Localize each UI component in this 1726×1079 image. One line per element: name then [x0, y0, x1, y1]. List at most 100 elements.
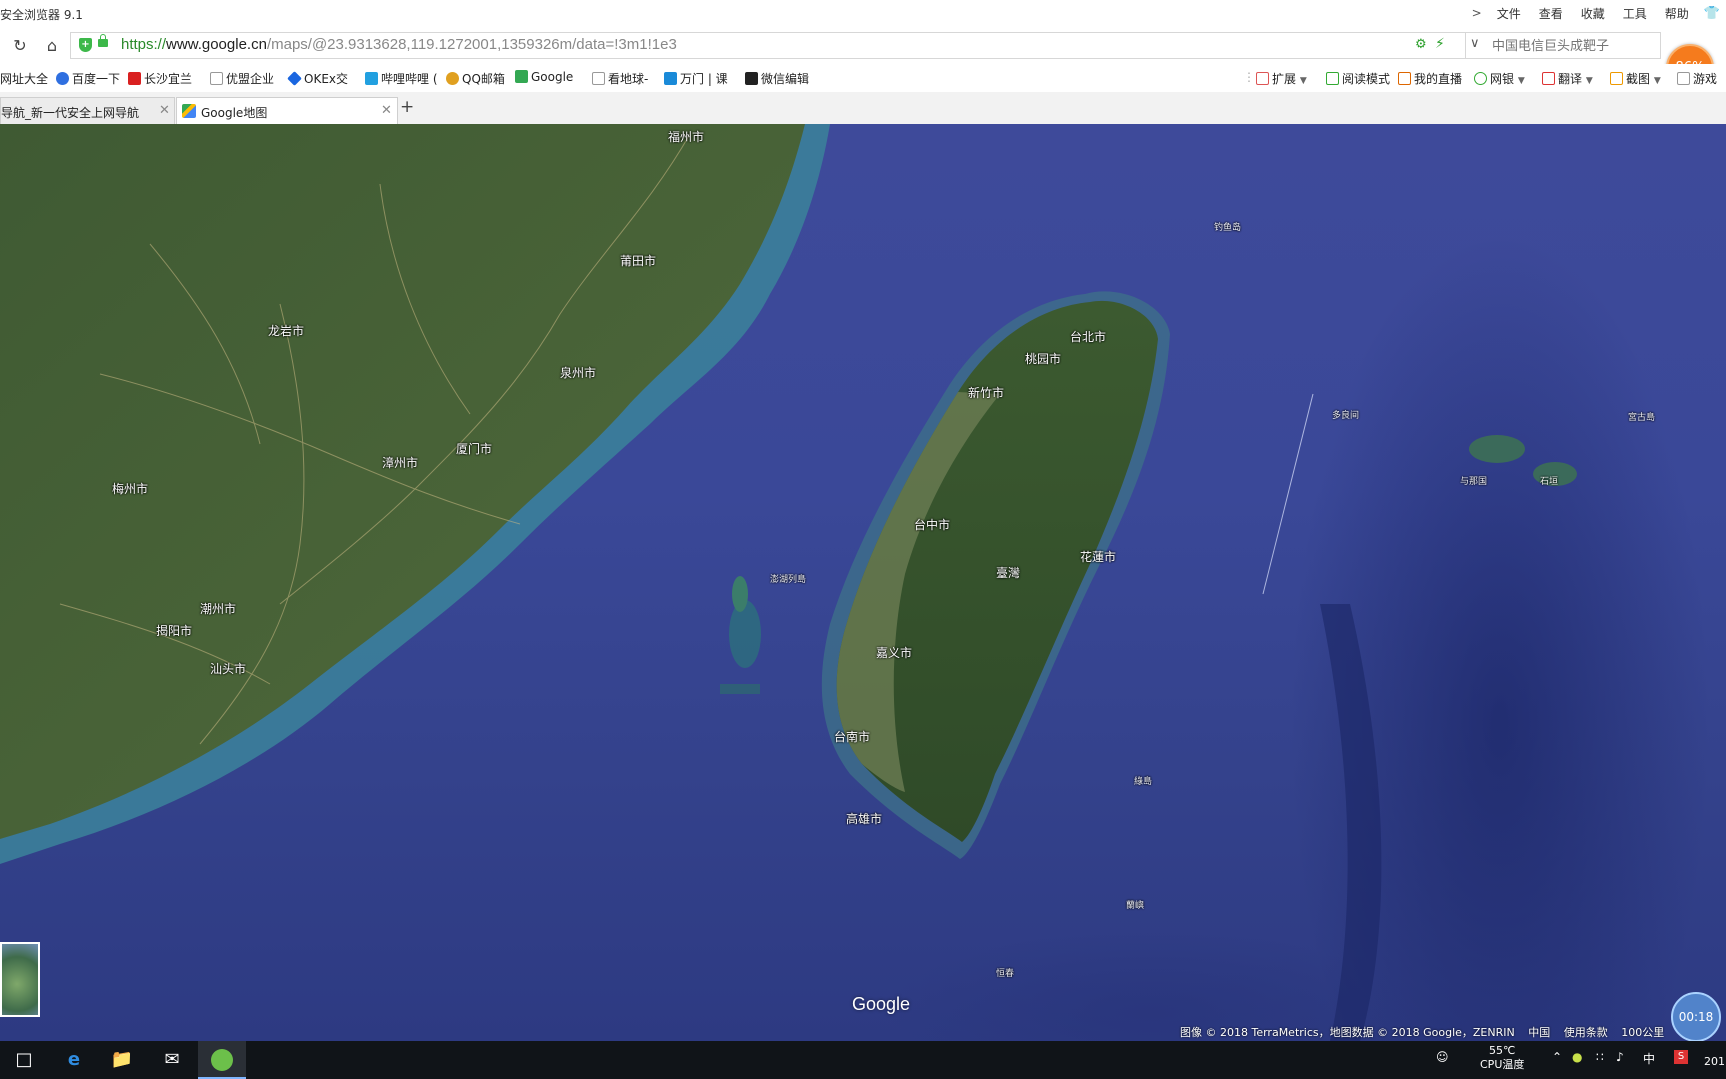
menu-favorites[interactable]: 收藏 [1572, 5, 1614, 22]
tab-navigation[interactable]: 导航_新一代安全上网导航 ✕ [0, 97, 175, 124]
task-view-icon[interactable]: □ [0, 1041, 48, 1079]
skin-icon[interactable]: 👕 [1698, 6, 1726, 21]
lightning-icon[interactable]: ⚡ [1435, 36, 1445, 52]
map-label[interactable]: 莆田市 [620, 252, 656, 269]
menu-file[interactable]: 文件 [1488, 5, 1530, 22]
security-tray-icon[interactable]: ● [1572, 1050, 1582, 1064]
sogou-icon[interactable]: S [1674, 1050, 1688, 1064]
satellite-map[interactable]: 福州市 莆田市 龙岩市 泉州市 厦门市 漳州市 梅州市 潮州市 揭阳市 汕头市 … [0, 124, 1726, 1041]
bookmark-label: 万门 | 课 [680, 72, 728, 86]
map-label[interactable]: 台南市 [834, 728, 870, 745]
bookmark-item[interactable]: 哔哩哔哩 ( [365, 70, 438, 87]
map-label[interactable]: 石垣 [1540, 474, 1558, 487]
ime-indicator[interactable]: 中 [1643, 1050, 1655, 1067]
map-label[interactable]: 梅州市 [112, 480, 148, 497]
map-label[interactable]: 台北市 [1070, 328, 1106, 345]
bookmark-item[interactable]: 网址大全 [0, 70, 48, 87]
menu-view[interactable]: 查看 [1530, 5, 1572, 22]
bookmark-item[interactable]: 优盟企业 [210, 70, 274, 87]
tool-screenshot[interactable]: 截图 ▼ [1610, 70, 1661, 87]
bookmark-item[interactable]: Google [515, 70, 573, 84]
chevron-down-icon[interactable]: ▼ [1300, 76, 1307, 86]
google-maps-icon [182, 104, 196, 118]
close-icon[interactable]: ✕ [159, 103, 170, 118]
chevron-down-icon[interactable]: ▼ [1586, 76, 1593, 86]
refresh-green-icon[interactable]: ⚙ [1415, 37, 1427, 52]
url-protocol: https:// [121, 36, 167, 53]
bookmark-label: QQ邮箱 [462, 72, 505, 86]
search-engine-chevron-icon[interactable]: ∨ [1470, 36, 1480, 51]
map-label[interactable]: 钓鱼岛 [1214, 220, 1241, 233]
home-icon[interactable]: ⌂ [42, 36, 62, 56]
tool-reading-mode[interactable]: 阅读模式 [1326, 70, 1390, 87]
edge-browser-icon[interactable]: e [50, 1041, 98, 1079]
tab-google-maps[interactable]: Google地图 ✕ [176, 97, 398, 125]
close-icon[interactable]: ✕ [381, 103, 392, 118]
map-label[interactable]: 揭阳市 [156, 622, 192, 639]
chevron-down-icon[interactable]: ▼ [1518, 76, 1525, 86]
map-label[interactable]: 台中市 [914, 516, 950, 533]
bookmark-item[interactable]: QQ邮箱 [446, 70, 505, 87]
cpu-temperature[interactable]: 55℃ CPU温度 [1480, 1044, 1524, 1072]
bookmark-item[interactable]: OKEx交 [287, 70, 348, 87]
map-label[interactable]: 嘉义市 [876, 644, 912, 661]
bookmark-item[interactable]: 长沙宜兰 [128, 70, 192, 87]
map-scale[interactable]: 100公里 [1621, 1026, 1664, 1039]
map-label[interactable]: 恒春 [996, 966, 1014, 979]
wifi-icon[interactable]: ∷ [1596, 1050, 1604, 1064]
toolbar-separator: ⋮ [1243, 70, 1255, 84]
menu-help[interactable]: 帮助 [1656, 5, 1698, 22]
bookmark-item[interactable]: 看地球- [592, 70, 648, 87]
map-label[interactable]: 汕头市 [210, 660, 246, 677]
map-label[interactable]: 龙岩市 [268, 322, 304, 339]
tool-live[interactable]: 我的直播 [1398, 70, 1462, 87]
bookmark-item[interactable]: 百度一下 [56, 70, 120, 87]
file-explorer-icon[interactable]: 📁 [98, 1041, 146, 1079]
bookmark-item[interactable]: 万门 | 课 [664, 70, 728, 87]
bookmark-label: 网址大全 [0, 72, 49, 86]
map-label[interactable]: 綠島 [1134, 774, 1152, 787]
tool-banking[interactable]: 网银 ▼ [1474, 70, 1525, 87]
recording-timer[interactable]: 00:18 [1671, 992, 1721, 1042]
map-label[interactable]: 漳州市 [382, 454, 418, 471]
url-field[interactable]: + https://www.google.cn/maps/@23.9313628… [70, 32, 1466, 59]
tool-extensions[interactable]: 扩展 ▼ [1256, 70, 1307, 87]
search-input[interactable] [1490, 35, 1654, 57]
map-label[interactable]: 与那国 [1460, 474, 1487, 487]
browser-taskbar-icon[interactable] [198, 1041, 246, 1079]
chevron-down-icon[interactable]: ▼ [1654, 76, 1661, 86]
refresh-icon[interactable]: ↻ [10, 36, 30, 56]
map-label[interactable]: 高雄市 [846, 810, 882, 827]
map-label[interactable]: 宮古島 [1628, 410, 1655, 423]
map-terms-link[interactable]: 使用条款 [1564, 1026, 1608, 1039]
menu-tools[interactable]: 工具 [1614, 5, 1656, 22]
map-label[interactable]: 新竹市 [968, 384, 1004, 401]
taskbar: □ e 📁 ✉ ☺ 55℃ CPU温度 ⌃ ● ∷ ♪ 中 S 201 [0, 1041, 1726, 1079]
new-tab-button[interactable]: + [400, 97, 414, 117]
tool-translate[interactable]: 翻译 ▼ [1542, 70, 1593, 87]
map-label[interactable]: 福州市 [668, 128, 704, 145]
shield-icon[interactable]: + [79, 38, 92, 52]
map-label[interactable]: 花蓮市 [1080, 548, 1116, 565]
map-label[interactable]: 蘭嶼 [1126, 898, 1144, 911]
map-label[interactable]: 桃园市 [1025, 350, 1061, 367]
bookmark-item[interactable]: 微信编辑 [745, 70, 809, 87]
lock-icon[interactable] [98, 34, 108, 47]
map-label[interactable]: 潮州市 [200, 600, 236, 617]
mail-icon[interactable]: ✉ [148, 1041, 196, 1079]
map-label[interactable]: 厦门市 [456, 440, 492, 457]
tool-games[interactable]: 游戏 [1677, 70, 1717, 87]
map-label[interactable]: 澎湖列島 [770, 572, 806, 585]
url-text[interactable]: https://www.google.cn/maps/@23.9313628,1… [121, 36, 677, 53]
people-icon[interactable]: ☺ [1436, 1050, 1449, 1064]
volume-icon[interactable]: ♪ [1616, 1050, 1624, 1064]
map-label[interactable]: 多良间 [1332, 408, 1359, 421]
menu-chevron-icon[interactable]: > [1466, 6, 1488, 20]
tray-expand-icon[interactable]: ⌃ [1552, 1050, 1562, 1064]
map-region-link[interactable]: 中国 [1528, 1026, 1550, 1039]
layer-toggle-thumbnail[interactable] [0, 942, 40, 1017]
bird-icon [664, 72, 677, 85]
clock[interactable]: 201 [1704, 1055, 1725, 1068]
map-label[interactable]: 臺灣 [996, 564, 1020, 581]
map-label[interactable]: 泉州市 [560, 364, 596, 381]
